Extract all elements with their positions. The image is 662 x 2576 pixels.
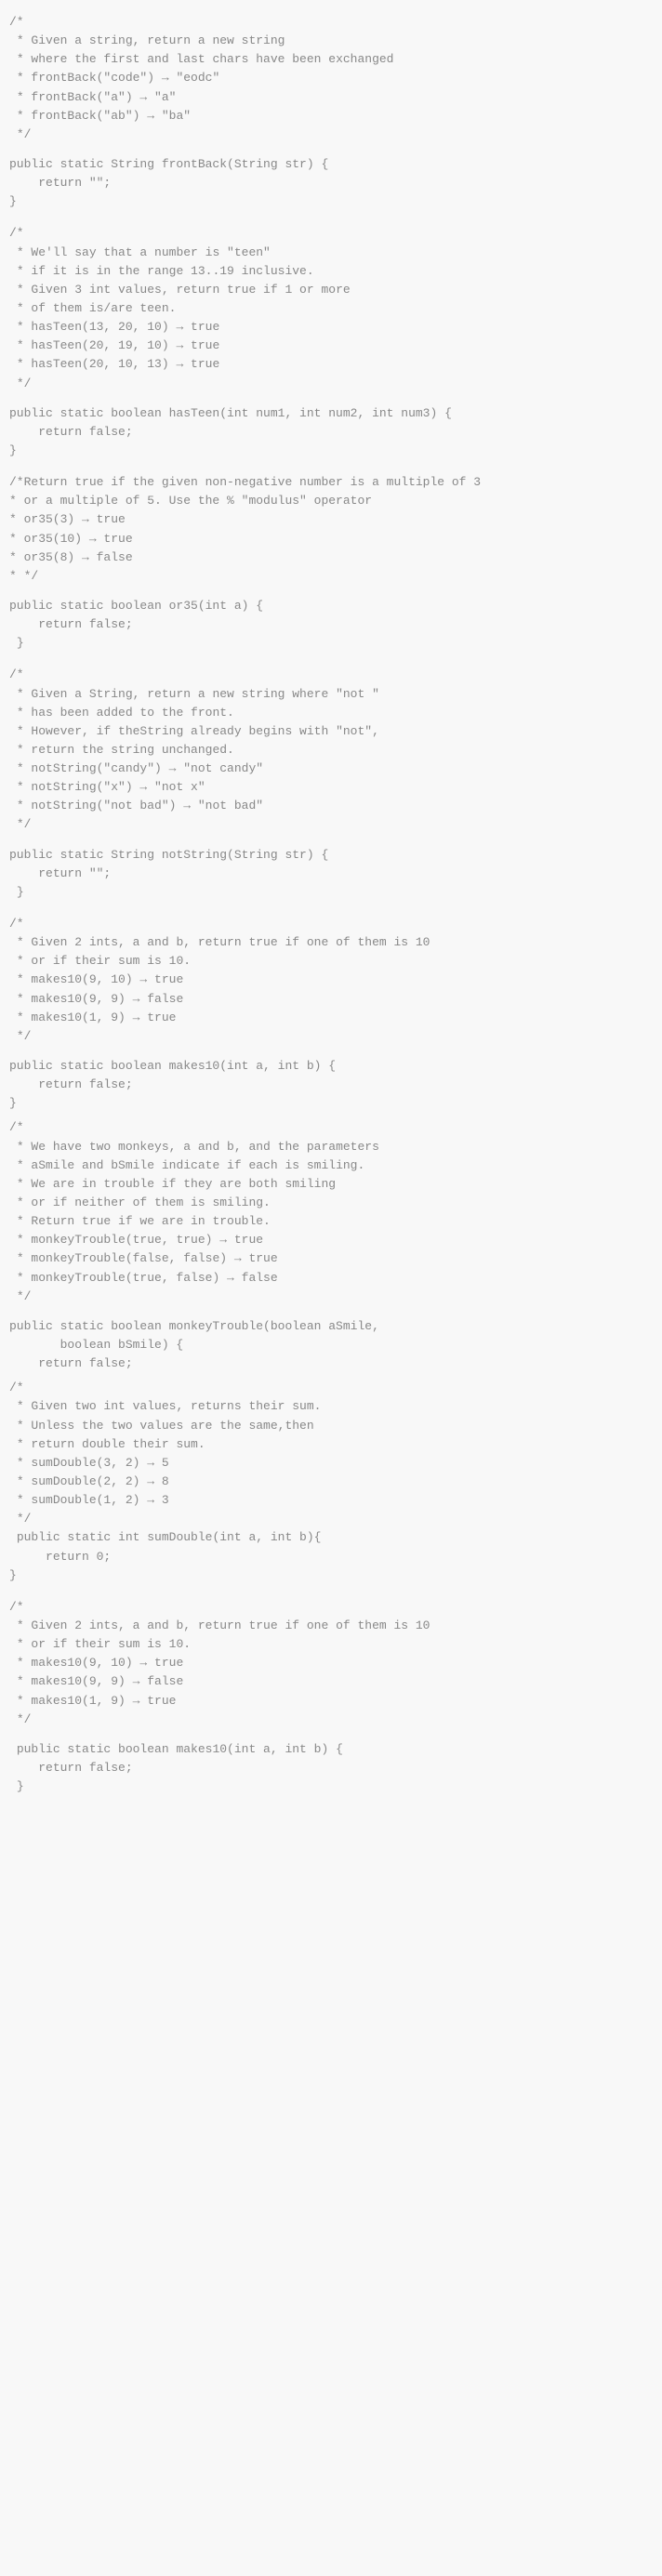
block-makes10-1: /* * Given 2 ints, a and b, return true … (9, 915, 653, 1113)
block-notString: /* * Given a String, return a new string… (9, 666, 653, 902)
code-hasTeen: public static boolean hasTeen(int num1, … (9, 404, 653, 460)
comment-notString: /* * Given a String, return a new string… (9, 666, 653, 834)
comment-or35: /*Return true if the given non-negative … (9, 473, 653, 586)
comment-makes10-1: /* * Given 2 ints, a and b, return true … (9, 915, 653, 1046)
code-frontBack: public static String frontBack(String st… (9, 155, 653, 211)
comment-frontBack: /* * Given a string, return a new string… (9, 13, 653, 144)
block-monkeyTrouble: /* * We have two monkeys, a and b, and t… (9, 1118, 653, 1373)
comment-makes10-2: /* * Given 2 ints, a and b, return true … (9, 1598, 653, 1729)
code-makes10-1: public static boolean makes10(int a, int… (9, 1057, 653, 1113)
block-sumDouble: /* * Given two int values, returns their… (9, 1379, 653, 1585)
code-page: /* * Given a string, return a new string… (0, 0, 662, 1830)
block-hasTeen: /* * We'll say that a number is "teen" *… (9, 224, 653, 460)
comment-hasTeen: /* * We'll say that a number is "teen" *… (9, 224, 653, 392)
code-notString: public static String notString(String st… (9, 846, 653, 902)
code-monkeyTrouble: public static boolean monkeyTrouble(bool… (9, 1317, 653, 1373)
block-makes10-2: /* * Given 2 ints, a and b, return true … (9, 1598, 653, 1796)
block-frontBack: /* * Given a string, return a new string… (9, 13, 653, 211)
code-sumDouble: public static int sumDouble(int a, int b… (9, 1528, 653, 1584)
comment-sumDouble: /* * Given two int values, returns their… (9, 1379, 653, 1528)
comment-monkeyTrouble: /* * We have two monkeys, a and b, and t… (9, 1118, 653, 1305)
code-makes10-2: public static boolean makes10(int a, int… (9, 1740, 653, 1796)
code-or35: public static boolean or35(int a) { retu… (9, 597, 653, 653)
block-or35: /*Return true if the given non-negative … (9, 473, 653, 653)
